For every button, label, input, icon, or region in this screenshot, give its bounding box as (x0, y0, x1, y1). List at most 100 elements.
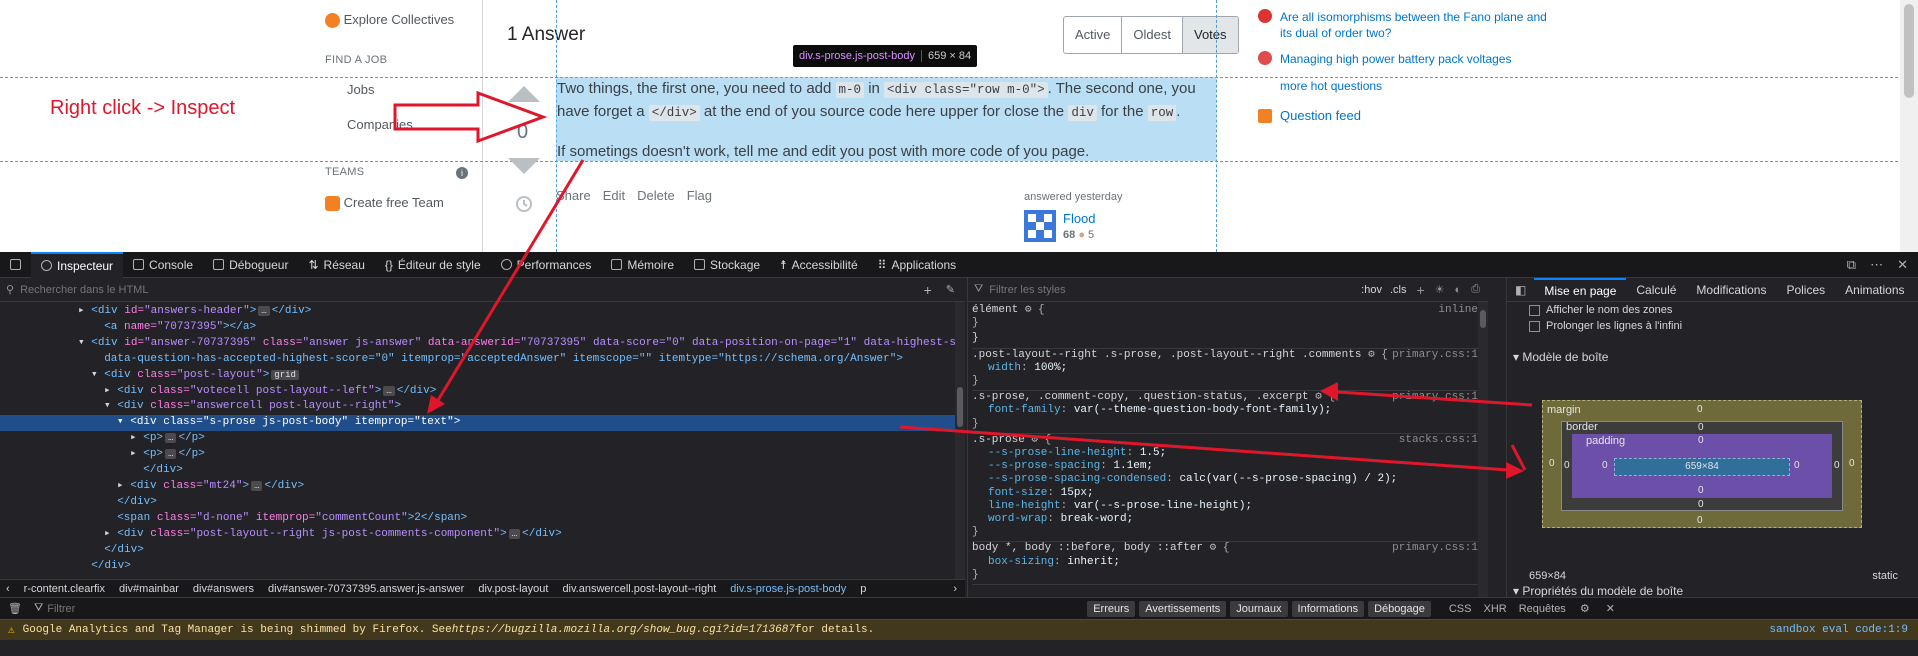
markup-node[interactable]: </div> (0, 559, 965, 575)
hot-question-2[interactable]: Managing high power battery pack voltage… (1258, 51, 1558, 67)
share-link[interactable]: Share (556, 188, 591, 203)
nav-item-explore-collectives[interactable]: Explore Collectives (325, 12, 454, 29)
more-options-icon[interactable]: ⋯ (1870, 257, 1883, 273)
filter-debug-button[interactable]: Débogage (1368, 600, 1431, 617)
css-declaration[interactable]: box-sizing: inherit; (972, 556, 1488, 569)
page-scrollbar[interactable] (1900, 0, 1918, 252)
padding-bottom-value[interactable]: 0 (1698, 485, 1704, 496)
breadcrumb-item-current[interactable]: div.s-prose.js-post-body (730, 583, 846, 595)
box-properties-header[interactable]: ▾ Propriétés du modèle de boîte (1513, 584, 1683, 597)
markup-node[interactable]: ▸ <div id="answers-header">… </div> (0, 304, 965, 320)
property-name[interactable]: font-size (988, 487, 1047, 499)
border-top-value[interactable]: 0 (1698, 422, 1704, 433)
breadcrumb-item[interactable]: div#answers (193, 583, 254, 595)
rule-source-link[interactable]: primary.css:1 (1392, 542, 1478, 555)
collapsed-content-badge[interactable]: … (508, 528, 521, 539)
filter-info-button[interactable]: Informations (1291, 600, 1365, 617)
tab-console[interactable]: Console (123, 252, 203, 278)
property-name[interactable]: --s-prose-spacing (988, 460, 1100, 472)
history-icon[interactable] (515, 195, 533, 213)
tab-storage[interactable]: Stockage (684, 252, 770, 278)
markup-node[interactable]: </div> (0, 463, 965, 479)
markup-node[interactable]: ▾ <div class="answercell post-layout--ri… (0, 399, 965, 415)
tab-inspector[interactable]: Inspecteur (31, 251, 124, 278)
rule-source-link[interactable]: stacks.css:1 (1399, 434, 1478, 447)
tab-performance[interactable]: Performances (491, 252, 602, 278)
grid-badge[interactable]: grid (271, 369, 299, 380)
css-declaration[interactable]: font-family: var(--theme-question-body-f… (972, 404, 1488, 417)
markup-node[interactable]: data-question-has-accepted-highest-score… (0, 352, 965, 368)
rule-gear-icon[interactable]: ⚙ { (1025, 304, 1045, 316)
info-icon[interactable]: i (456, 167, 468, 179)
css-declaration[interactable]: width: 100%; (972, 362, 1488, 375)
option-show-area-names[interactable]: Afficher le nom des zones (1529, 304, 1672, 316)
scrollbar-thumb[interactable] (1904, 4, 1914, 98)
html-search-input[interactable] (20, 283, 881, 296)
markup-node[interactable]: ▸ <p>… </p> (0, 447, 965, 463)
breadcrumb-forward-icon[interactable]: › (953, 583, 965, 595)
collapsed-content-badge[interactable]: … (165, 433, 177, 444)
markup-node[interactable]: ▸ <div class="mt24">… </div> (0, 479, 965, 495)
markup-node-selected[interactable]: ▾ <div class="s-prose js-post-body" item… (0, 415, 965, 432)
filter-logs-button[interactable]: Journaux (1230, 600, 1288, 617)
rule-source-link[interactable]: inline (1438, 304, 1478, 317)
close-split-console-icon[interactable]: ✕ (1598, 602, 1623, 615)
tab-memory[interactable]: Mémoire (601, 252, 684, 278)
margin-top-value[interactable]: 0 (1697, 404, 1703, 415)
tab-applications[interactable]: ⠿ Applications (868, 252, 967, 278)
rule-selector-line[interactable]: élément ⚙ {inline (972, 304, 1488, 317)
markup-node[interactable]: <a name="70737395"></a> (0, 320, 965, 336)
property-name[interactable]: word-wrap (988, 513, 1047, 525)
border-left-value[interactable]: 0 (1564, 460, 1570, 471)
css-declaration[interactable]: word-wrap: break-word; (972, 513, 1488, 526)
filter-warnings-button[interactable]: Avertissements (1139, 600, 1227, 617)
property-value[interactable]: 1.1em; (1113, 460, 1153, 472)
filter-requests-button[interactable]: Requêtes (1513, 603, 1572, 615)
padding-left-value[interactable]: 0 (1602, 460, 1608, 471)
property-value[interactable]: inherit; (1067, 556, 1120, 568)
css-declaration[interactable]: --s-prose-spacing: 1.1em; (972, 460, 1488, 473)
tab-fonts[interactable]: Polices (1776, 283, 1835, 297)
property-name[interactable]: font-family (988, 404, 1061, 416)
property-value[interactable]: calc(var(--s-prose-spacing) / 2); (1179, 473, 1397, 485)
close-icon[interactable]: ✕ (1897, 257, 1908, 273)
property-name[interactable]: width (988, 362, 1021, 374)
rule-gear-icon[interactable]: ⚙ { (1368, 349, 1388, 361)
rule-source-link[interactable]: primary.css:1 (1392, 349, 1478, 362)
breadcrumb-item[interactable]: div#answer-70737395.answer.js-answer (268, 583, 464, 595)
cls-toggle[interactable]: .cls (1390, 284, 1417, 296)
rule-selector-line[interactable]: .s-prose, .comment-copy, .question-statu… (972, 391, 1488, 404)
filter-errors-button[interactable]: Erreurs (1087, 600, 1136, 617)
collapsed-content-badge[interactable]: … (251, 480, 263, 491)
markup-node[interactable]: <span class="d-none" itemprop="commentCo… (0, 511, 965, 527)
console-settings-icon[interactable]: ⚙ (1572, 602, 1598, 615)
css-declaration[interactable]: --s-prose-line-height: 1.5; (972, 447, 1488, 460)
scrollbar-thumb[interactable] (1480, 310, 1486, 328)
pick-element-button[interactable] (0, 252, 31, 278)
checkbox[interactable] (1529, 304, 1540, 316)
breadcrumb-back-icon[interactable]: ‹ (6, 583, 10, 595)
tab-active[interactable]: Active (1064, 17, 1123, 53)
breadcrumb-item[interactable]: div.post-layout (478, 583, 548, 595)
margin-left-value[interactable]: 0 (1549, 458, 1555, 469)
markup-node[interactable]: ▸ <div class="votecell post-layout--left… (0, 384, 965, 400)
user-name[interactable]: Flood (1063, 211, 1096, 226)
rule-gear-icon[interactable]: ⚙ { (1315, 391, 1335, 403)
rule-source-link[interactable]: primary.css:1 (1392, 391, 1478, 404)
rule-selector-line[interactable]: } (972, 332, 1488, 345)
question-feed-link[interactable]: Question feed (1280, 108, 1361, 124)
collapsed-content-badge[interactable]: … (258, 306, 270, 316)
box-model-section-header[interactable]: ▾ Modèle de boîte (1513, 350, 1608, 364)
delete-link[interactable]: Delete (637, 188, 675, 203)
breadcrumb-item[interactable]: r-content.clearfix (24, 583, 105, 595)
tab-accessibility[interactable]: ☨ Accessibilité (770, 252, 868, 278)
collapsed-content-badge[interactable]: … (165, 449, 177, 460)
add-node-icon[interactable]: + (924, 282, 946, 298)
nav-item-jobs[interactable]: Jobs (347, 82, 374, 97)
property-value[interactable]: 1.5; (1140, 447, 1166, 459)
hov-toggle[interactable]: :hov (1361, 284, 1390, 296)
property-value[interactable]: var(--theme-question-body-font-family); (1074, 404, 1331, 416)
markup-node[interactable]: </div> (0, 495, 965, 511)
border-right-value[interactable]: 0 (1834, 460, 1840, 471)
padding-right-value[interactable]: 0 (1794, 460, 1800, 471)
